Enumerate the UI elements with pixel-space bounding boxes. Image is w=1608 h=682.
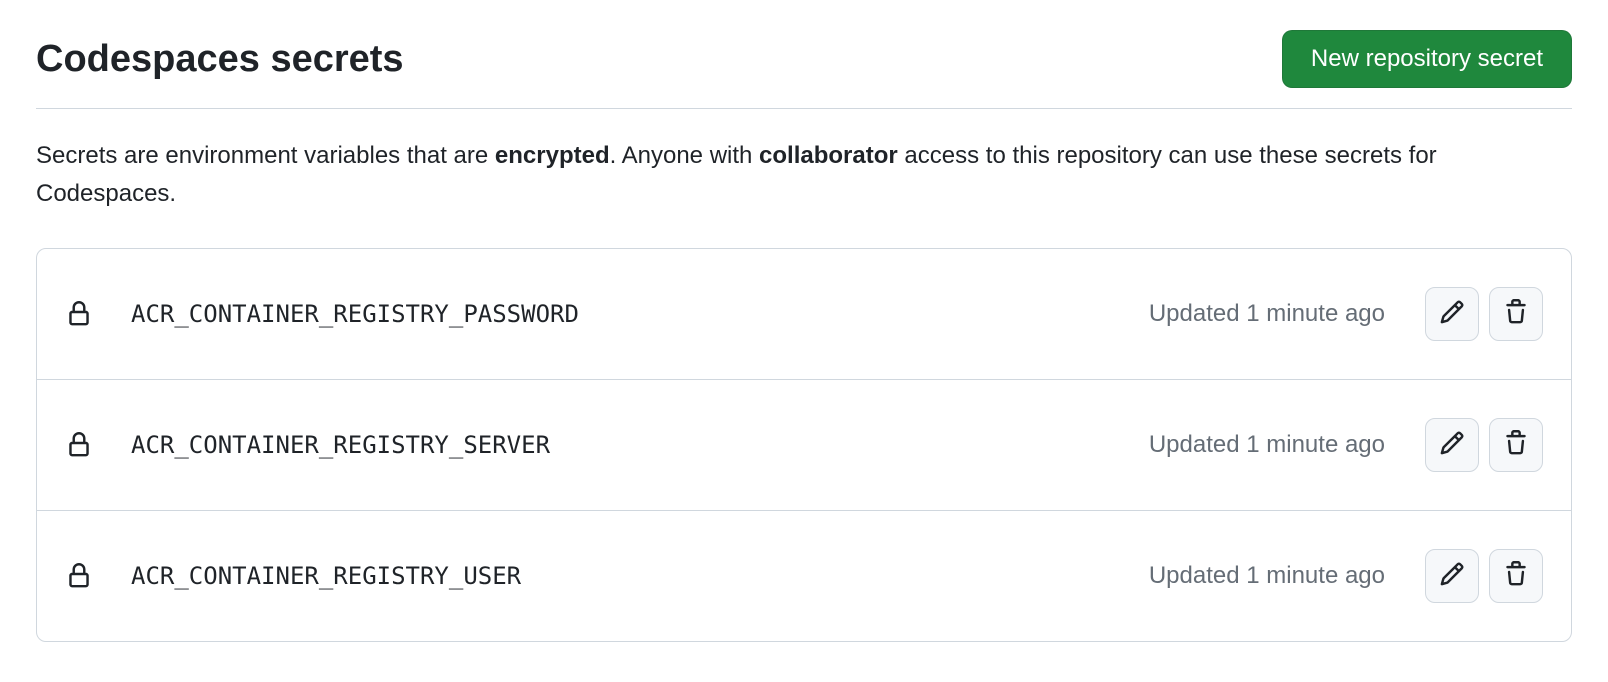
secret-name: ACR_CONTAINER_REGISTRY_USER [131,562,1129,590]
secret-name: ACR_CONTAINER_REGISTRY_SERVER [131,431,1129,459]
action-buttons [1425,287,1543,341]
lock-icon [65,431,93,459]
trash-icon [1503,561,1529,590]
description-encrypted-word: encrypted [495,142,610,169]
description-mid: . Anyone with [610,142,759,169]
new-repository-secret-button[interactable]: New repository secret [1282,30,1572,88]
action-buttons [1425,549,1543,603]
lock-icon [65,300,93,328]
description-text: Secrets are environment variables that a… [36,137,1572,214]
trash-icon [1503,299,1529,328]
updated-timestamp: Updated 1 minute ago [1149,300,1385,328]
edit-secret-button[interactable] [1425,287,1479,341]
delete-secret-button[interactable] [1489,418,1543,472]
pencil-icon [1439,299,1465,328]
updated-timestamp: Updated 1 minute ago [1149,562,1385,590]
edit-secret-button[interactable] [1425,418,1479,472]
delete-secret-button[interactable] [1489,287,1543,341]
edit-secret-button[interactable] [1425,549,1479,603]
secret-row: ACR_CONTAINER_REGISTRY_USER Updated 1 mi… [37,511,1571,641]
action-buttons [1425,418,1543,472]
secret-row: ACR_CONTAINER_REGISTRY_SERVER Updated 1 … [37,380,1571,511]
lock-icon [65,562,93,590]
updated-timestamp: Updated 1 minute ago [1149,431,1385,459]
secret-row: ACR_CONTAINER_REGISTRY_PASSWORD Updated … [37,249,1571,380]
description-collaborator-word: collaborator [759,142,898,169]
trash-icon [1503,430,1529,459]
secret-name: ACR_CONTAINER_REGISTRY_PASSWORD [131,300,1129,328]
pencil-icon [1439,430,1465,459]
pencil-icon [1439,561,1465,590]
page-title: Codespaces secrets [36,38,404,81]
secrets-list: ACR_CONTAINER_REGISTRY_PASSWORD Updated … [36,248,1572,642]
description-prefix: Secrets are environment variables that a… [36,142,495,169]
delete-secret-button[interactable] [1489,549,1543,603]
page-header: Codespaces secrets New repository secret [36,30,1572,109]
